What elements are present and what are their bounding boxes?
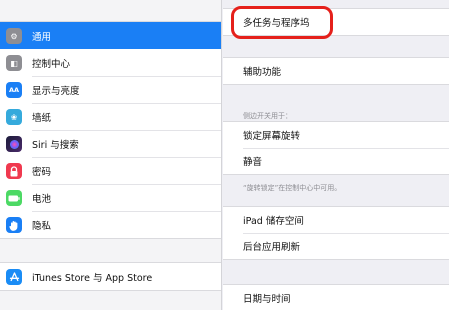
settings-sidebar: ⚙ 通用 ◧ 控制中心 AA 显示与亮度 ❀ 墙纸 Siri 与搜索 密码 电池…: [0, 0, 222, 310]
siri-icon: [6, 136, 22, 152]
date-time-group: 日期与时间: [223, 284, 449, 310]
storage-group: iPad 储存空间 后台应用刷新: [223, 206, 449, 260]
sidebar-item-general[interactable]: ⚙ 通用: [0, 22, 221, 49]
passcode-icon: [6, 163, 22, 179]
row-label: 辅助功能: [243, 67, 282, 78]
sidebar-item-passcode[interactable]: 密码: [0, 157, 221, 184]
sidebar-item-battery[interactable]: 电池: [0, 184, 221, 211]
sidebar-item-control-center[interactable]: ◧ 控制中心: [0, 49, 221, 76]
mute-row[interactable]: 静音: [223, 148, 449, 174]
wallpaper-icon: ❀: [6, 109, 22, 125]
accessibility-row[interactable]: 辅助功能: [223, 58, 449, 84]
side-switch-group: 锁定屏幕旋转 静音: [223, 121, 449, 175]
display-brightness-icon: AA: [6, 82, 22, 98]
sidebar-item-label: 控制中心: [32, 58, 71, 70]
row-label: 多任务与程序坞: [243, 18, 310, 29]
control-center-icon: ◧: [6, 55, 22, 71]
battery-icon: [6, 190, 22, 206]
sidebar-item-wallpaper[interactable]: ❀ 墙纸: [0, 103, 221, 130]
row-label: 后台应用刷新: [243, 242, 301, 253]
date-time-row[interactable]: 日期与时间: [223, 285, 449, 310]
sidebar-item-display-brightness[interactable]: AA 显示与亮度: [0, 76, 221, 103]
sidebar-item-label: 隐私: [32, 220, 52, 232]
gear-icon: ⚙: [6, 28, 22, 44]
multitasking-dock-row[interactable]: 多任务与程序坞: [223, 9, 449, 35]
multitasking-group: 多任务与程序坞: [223, 8, 449, 36]
sidebar-item-label: 密码: [32, 166, 52, 178]
sidebar-item-label: iTunes Store 与 App Store: [32, 272, 153, 284]
accessibility-group: 辅助功能: [223, 57, 449, 85]
sidebar-item-privacy[interactable]: 隐私: [0, 211, 221, 238]
row-label: 锁定屏幕旋转: [243, 131, 301, 142]
sidebar-main-group: ⚙ 通用 ◧ 控制中心 AA 显示与亮度 ❀ 墙纸 Siri 与搜索 密码 电池…: [0, 21, 221, 239]
sidebar-item-siri-search[interactable]: Siri 与搜索: [0, 130, 221, 157]
background-refresh-row[interactable]: 后台应用刷新: [223, 233, 449, 259]
app-store-icon: [6, 269, 22, 285]
side-switch-header: 侧边开关用于：: [243, 112, 292, 120]
sidebar-item-label: 电池: [32, 193, 52, 205]
sidebar-item-label: 墙纸: [32, 112, 52, 124]
row-label: iPad 储存空间: [243, 216, 304, 227]
sidebar-item-label: Siri 与搜索: [32, 139, 79, 151]
sidebar-store-group: iTunes Store 与 App Store: [0, 262, 221, 291]
sidebar-item-itunes-app-store[interactable]: iTunes Store 与 App Store: [0, 263, 221, 290]
general-detail-pane: 多任务与程序坞 辅助功能 侧边开关用于： 锁定屏幕旋转 静音 “旋转锁定”在控制…: [223, 0, 449, 310]
row-label: 日期与时间: [243, 294, 291, 305]
side-switch-footer: “旋转锁定”在控制中心中可用。: [243, 184, 342, 192]
row-label: 静音: [243, 157, 263, 168]
lock-rotation-row[interactable]: 锁定屏幕旋转: [223, 122, 449, 148]
ipad-storage-row[interactable]: iPad 储存空间: [223, 207, 449, 233]
privacy-hand-icon: [6, 217, 22, 233]
sidebar-item-label: 通用: [32, 31, 52, 43]
sidebar-item-label: 显示与亮度: [32, 85, 80, 97]
